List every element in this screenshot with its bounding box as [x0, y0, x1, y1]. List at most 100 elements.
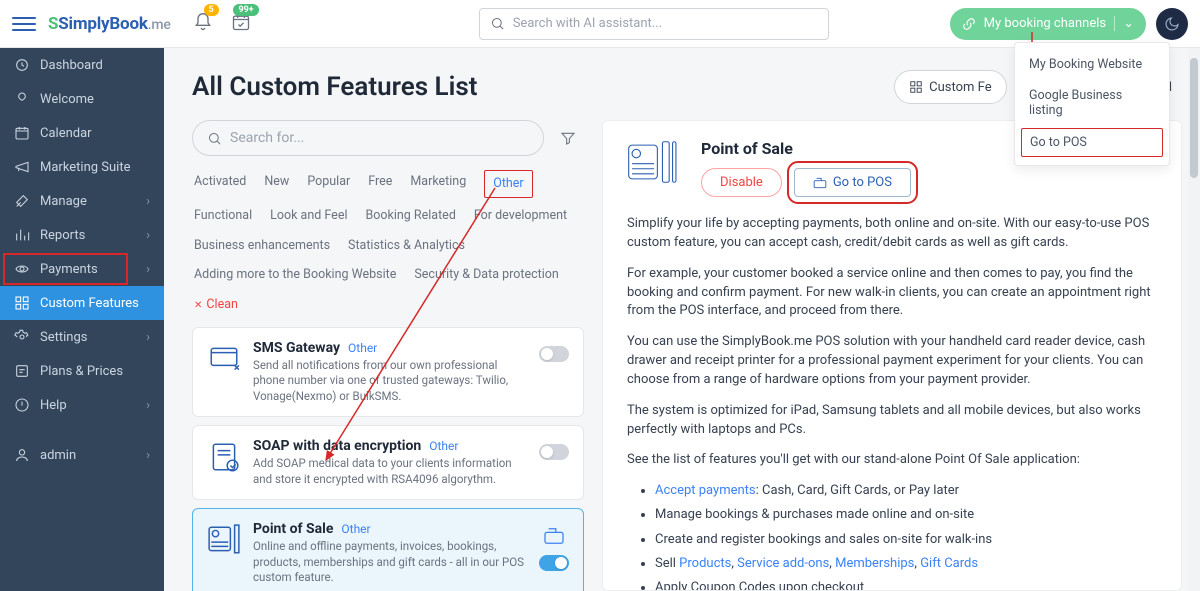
sidebar-item-admin[interactable]: admin › [0, 438, 164, 472]
sidebar-item-label: Welcome [40, 92, 94, 107]
feature-icon [207, 523, 241, 557]
filter-security-data-protection[interactable]: Security & Data protection [414, 263, 558, 287]
chevron-right-icon: › [146, 448, 150, 463]
filter-icon [560, 130, 576, 146]
sidebar-icon [14, 397, 30, 413]
filter-functional[interactable]: Functional [194, 204, 252, 228]
sidebar-item-manage[interactable]: Manage › [0, 184, 164, 218]
filter-other[interactable]: Other [484, 170, 532, 198]
scrollbar-thumb[interactable] [1190, 58, 1198, 178]
search-icon [490, 16, 505, 31]
topbar: SSimplyBook.me 5 99+ Search with AI assi… [0, 0, 1200, 48]
sidebar-item-dashboard[interactable]: Dashboard [0, 48, 164, 82]
dropdown-item-google[interactable]: Google Business listing [1015, 80, 1169, 126]
detail-list: Accept payments: Cash, Card, Gift Cards,… [627, 482, 1157, 591]
sidebar-item-payments[interactable]: Payments› [0, 252, 164, 286]
chevron-down-icon: ⌄ [1114, 16, 1134, 31]
booking-channels-button[interactable]: My booking channels ⌄ [950, 8, 1146, 40]
filter-new[interactable]: New [264, 170, 289, 198]
feature-title: SOAP with data encryption [253, 438, 421, 454]
feature-title: Point of Sale [253, 521, 333, 537]
link-giftcards[interactable]: Gift Cards [920, 556, 978, 571]
booking-channels-dropdown: My Booking Website Google Business listi… [1014, 42, 1170, 166]
feature-category: Other [348, 341, 377, 355]
feature-toggle[interactable] [539, 346, 569, 362]
disable-button[interactable]: Disable [701, 168, 782, 197]
sidebar-item-settings[interactable]: Settings› [0, 320, 164, 354]
filter-for-development[interactable]: For development [474, 204, 567, 228]
custom-features-chip[interactable]: Custom Fe [894, 70, 1006, 104]
filter-look-and-feel[interactable]: Look and Feel [270, 204, 347, 228]
filter-activated[interactable]: Activated [194, 170, 246, 198]
global-search[interactable]: Search with AI assistant... [479, 8, 829, 40]
filter-adding-more-to-the-booking-website[interactable]: Adding more to the Booking Website [194, 263, 396, 287]
sidebar-item-label: Manage [40, 194, 87, 209]
feature-card-sms-gateway[interactable]: SMS GatewayOtherSend all notifications f… [192, 327, 584, 418]
chevron-right-icon: › [146, 194, 150, 209]
features-column: Search for... Activated New Popular Free Mar… [192, 120, 584, 591]
link-accept-payments[interactable]: Accept payments [655, 483, 756, 498]
feature-desc: Add SOAP medical data to your clients in… [253, 456, 527, 487]
filter-marketing[interactable]: Marketing [410, 170, 466, 198]
filter-statistics-analytics[interactable]: Statistics & Analytics [348, 234, 465, 258]
link-icon [962, 17, 976, 31]
sidebar-item-plans-prices[interactable]: Plans & Prices [0, 354, 164, 388]
feature-list: SMS GatewayOtherSend all notifications f… [192, 327, 584, 591]
sidebar-item-help[interactable]: Help› [0, 388, 164, 422]
bookings-button[interactable]: 99+ [231, 12, 251, 36]
chevron-right-icon: › [146, 228, 150, 243]
notifications-button[interactable]: 5 [193, 12, 213, 36]
filter-tabs: Activated New Popular Free Marketing Other Fun… [192, 166, 584, 327]
link-products[interactable]: Products [679, 556, 731, 571]
link-addons[interactable]: Service add-ons [737, 556, 829, 571]
search-icon [207, 131, 222, 146]
goto-pos-button[interactable]: Go to POS [794, 168, 911, 197]
feature-toggle[interactable] [539, 444, 569, 460]
sidebar-icon [14, 91, 30, 107]
menu-icon[interactable] [12, 12, 36, 36]
sidebar-item-label: Reports [40, 228, 85, 243]
feature-card-soap-with-data-encryption[interactable]: SOAP with data encryptionOtherAdd SOAP m… [192, 425, 584, 500]
feature-category: Other [341, 522, 370, 536]
sidebar-item-reports[interactable]: Reports › [0, 218, 164, 252]
dropdown-item-website[interactable]: My Booking Website [1015, 49, 1169, 80]
sidebar-item-label: Calendar [40, 126, 92, 141]
feature-toggle[interactable] [539, 555, 569, 571]
feature-search[interactable]: Search for... [192, 120, 544, 156]
sidebar-item-label: Payments [40, 262, 98, 277]
dropdown-item-pos[interactable]: Go to POS [1021, 128, 1163, 157]
detail-p1: Simplify your life by accepting payments… [627, 215, 1157, 253]
sidebar-icon [14, 329, 30, 345]
sidebar-item-marketing-suite[interactable]: Marketing Suite [0, 150, 164, 184]
user-icon [14, 447, 30, 463]
sidebar-icon [14, 227, 30, 243]
detail-title: Point of Sale [701, 139, 911, 158]
filter-business-enhancements[interactable]: Business enhancements [194, 234, 330, 258]
feature-icon [207, 342, 241, 376]
logo[interactable]: SSimplyBook.me [48, 14, 171, 34]
theme-toggle[interactable] [1156, 8, 1188, 40]
filter-free[interactable]: Free [368, 170, 392, 198]
sidebar-item-custom-features[interactable]: Custom Features [0, 286, 164, 320]
detail-p2: For example, your customer booked a serv… [627, 265, 1157, 322]
list-item: Manage bookings & purchases made online … [655, 506, 1157, 524]
sidebar-icon [14, 159, 30, 175]
filter-popular[interactable]: Popular [307, 170, 350, 198]
pos-icon [627, 139, 681, 185]
filter-button[interactable] [552, 130, 584, 146]
sidebar-item-welcome[interactable]: Welcome [0, 82, 164, 116]
bell-badge: 5 [204, 4, 219, 16]
filter-booking-related[interactable]: Booking Related [365, 204, 455, 228]
feature-card-point-of-sale[interactable]: Point of Sale Other Online and offline pay… [192, 508, 584, 591]
feature-desc: Send all notifications from our own prof… [253, 358, 527, 405]
sidebar-item-label: Custom Features [40, 296, 139, 311]
link-memberships[interactable]: Memberships [835, 556, 914, 571]
logo-suffix: .me [148, 17, 171, 33]
filter-clean[interactable]: Clean [194, 293, 238, 317]
sidebar-icon [14, 193, 30, 209]
scrollbar[interactable] [1188, 48, 1200, 591]
sidebar-icon [14, 295, 30, 311]
sidebar-item-calendar[interactable]: Calendar [0, 116, 164, 150]
feature-desc: Online and offline payments, invoices, b… [253, 539, 527, 586]
list-item: Apply Coupon Codes upon checkout [655, 579, 1157, 591]
